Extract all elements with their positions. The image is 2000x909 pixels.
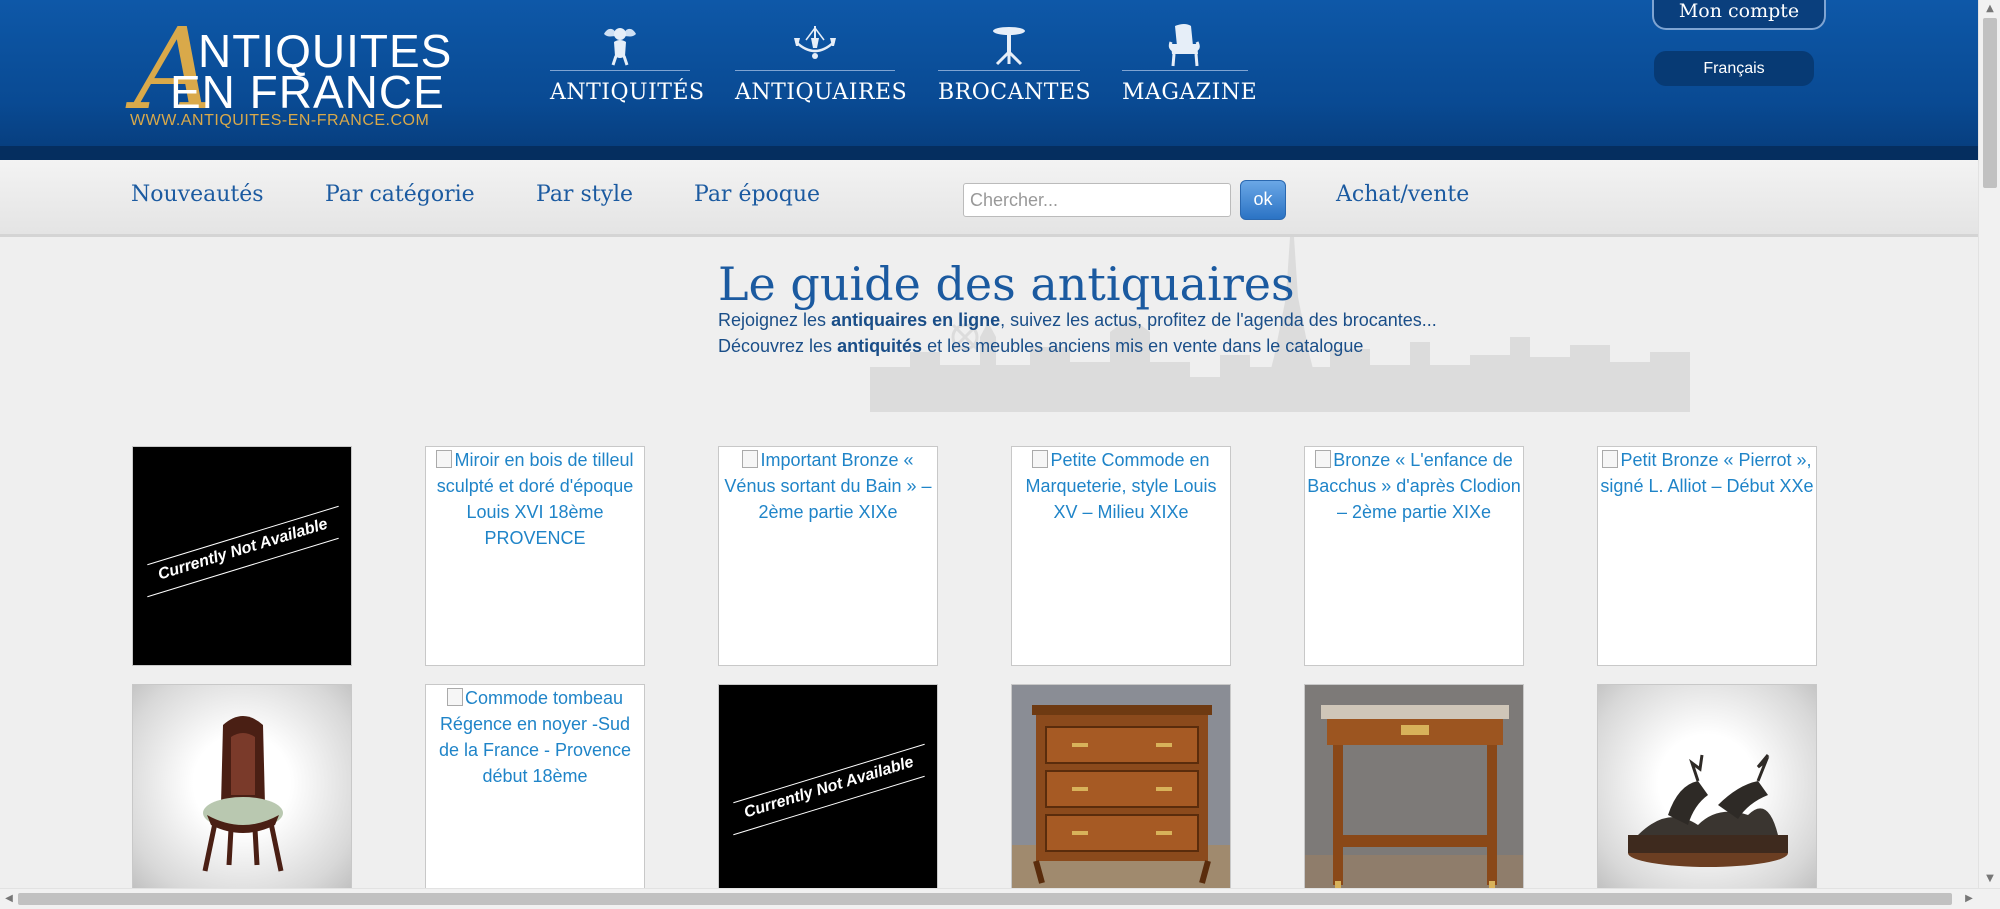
vertical-scrollbar[interactable]: ▲ ▼ — [1978, 0, 2000, 888]
guide-intro-line-1: Rejoignez les antiquaires en ligne, suiv… — [718, 310, 1437, 330]
guide-link-antiquites[interactable]: antiquités — [837, 336, 922, 356]
product-card[interactable] — [1304, 684, 1524, 888]
pedestal-table-icon — [938, 24, 1080, 68]
product-card[interactable]: Petit Bronze « Pierrot », signé L. Allio… — [1597, 446, 1817, 666]
product-card[interactable] — [132, 684, 352, 888]
product-card[interactable]: Important Bronze « Vénus sortant du Bain… — [718, 446, 938, 666]
nav-label: BROCANTES — [938, 80, 1092, 105]
chair-photo — [202, 716, 284, 872]
scroll-left-arrow-icon[interactable]: ◀ — [2, 892, 16, 906]
nav-antiquites[interactable]: ANTIQUITÉS — [550, 20, 705, 120]
broken-image-icon — [446, 688, 463, 706]
product-card[interactable]: Commode tombeau Régence en noyer -Sud de… — [425, 684, 645, 888]
search-input[interactable] — [963, 183, 1231, 217]
guide-intro-line-2: Découvrez les antiquités et les meubles … — [718, 336, 1364, 356]
broken-image-icon — [1602, 450, 1619, 468]
page: A NTIQUITES EN FRANCE WWW.ANTIQUITES-EN-… — [0, 0, 1978, 888]
broken-image-icon — [436, 450, 453, 468]
logo-line-2: EN FRANCE — [170, 66, 445, 118]
commode-photo — [1012, 705, 1230, 888]
product-image-alt: Bronze « L'enfance de Bacchus » d'après … — [1307, 450, 1521, 522]
nav-antiquaires[interactable]: ANTIQUAIRES — [735, 20, 908, 120]
vertical-scroll-thumb[interactable] — [1983, 18, 1997, 188]
chandelier-icon — [735, 24, 895, 68]
product-card[interactable]: Currently Not Available — [132, 446, 352, 666]
subnav-par-style[interactable]: Par style — [536, 182, 633, 207]
product-image-alt: Petite Commode en Marqueterie, style Lou… — [1025, 450, 1217, 522]
bronze-deer-photo — [1628, 754, 1788, 867]
site-header: A NTIQUITES EN FRANCE WWW.ANTIQUITES-EN-… — [0, 0, 1978, 146]
site-logo[interactable]: A NTIQUITES EN FRANCE WWW.ANTIQUITES-EN-… — [130, 14, 451, 134]
broken-image-icon — [1315, 450, 1332, 468]
horizontal-scroll-thumb[interactable] — [18, 893, 1952, 905]
product-image-alt: Miroir en bois de tilleul sculpté et dor… — [436, 450, 634, 548]
scroll-right-arrow-icon[interactable]: ▶ — [1962, 892, 1976, 906]
cherub-icon — [550, 24, 690, 68]
header-band — [0, 146, 1978, 160]
subnav-achat-vente[interactable]: Achat/vente — [1336, 182, 1469, 207]
product-card[interactable]: Miroir en bois de tilleul sculpté et dor… — [425, 446, 645, 666]
subnav-nouveautes[interactable]: Nouveautés — [131, 182, 264, 207]
scroll-down-arrow-icon[interactable]: ▼ — [1983, 872, 1997, 886]
broken-image-icon — [742, 450, 759, 468]
nav-label: MAGAZINE — [1122, 80, 1258, 105]
main-content: Le guide des antiquaires Rejoignez les a… — [0, 237, 1978, 888]
nav-label: ANTIQUAIRES — [735, 80, 908, 105]
product-image-alt: Commode tombeau Régence en noyer -Sud de… — [438, 688, 632, 786]
horizontal-scrollbar[interactable]: ◀ ▶ — [0, 888, 2000, 909]
nav-label: ANTIQUITÉS — [550, 80, 705, 105]
search-button[interactable]: ok — [1240, 180, 1286, 220]
product-image-alt: Petit Bronze « Pierrot », signé L. Allio… — [1600, 450, 1814, 496]
broken-image-icon — [1032, 450, 1049, 468]
console-table-photo — [1305, 705, 1523, 888]
nav-magazine[interactable]: MAGAZINE — [1122, 20, 1258, 120]
product-card[interactable]: Bronze « L'enfance de Bacchus » d'après … — [1304, 446, 1524, 666]
subnav-par-epoque[interactable]: Par époque — [694, 182, 820, 207]
product-card[interactable] — [1011, 684, 1231, 888]
scroll-up-arrow-icon[interactable]: ▲ — [1983, 2, 1997, 16]
guide-link-antiquaires[interactable]: antiquaires en ligne — [831, 310, 1000, 330]
logo-url: WWW.ANTIQUITES-EN-FRANCE.COM — [130, 112, 430, 129]
armchair-icon — [1122, 24, 1248, 68]
product-card[interactable]: Currently Not Available — [718, 684, 938, 888]
subnav-par-categorie[interactable]: Par catégorie — [325, 182, 475, 207]
product-card[interactable] — [1597, 684, 1817, 888]
product-card[interactable]: Petite Commode en Marqueterie, style Lou… — [1011, 446, 1231, 666]
account-button[interactable]: Mon compte — [1652, 0, 1826, 30]
not-available-label: Currently Not Available — [742, 753, 916, 822]
language-selector[interactable]: Français — [1654, 51, 1814, 86]
nav-brocantes[interactable]: BROCANTES — [938, 20, 1092, 120]
sub-nav: Nouveautés Par catégorie Par style Par é… — [0, 160, 1978, 237]
not-available-label: Currently Not Available — [156, 515, 330, 584]
guide-title: Le guide des antiquaires — [718, 257, 1295, 311]
